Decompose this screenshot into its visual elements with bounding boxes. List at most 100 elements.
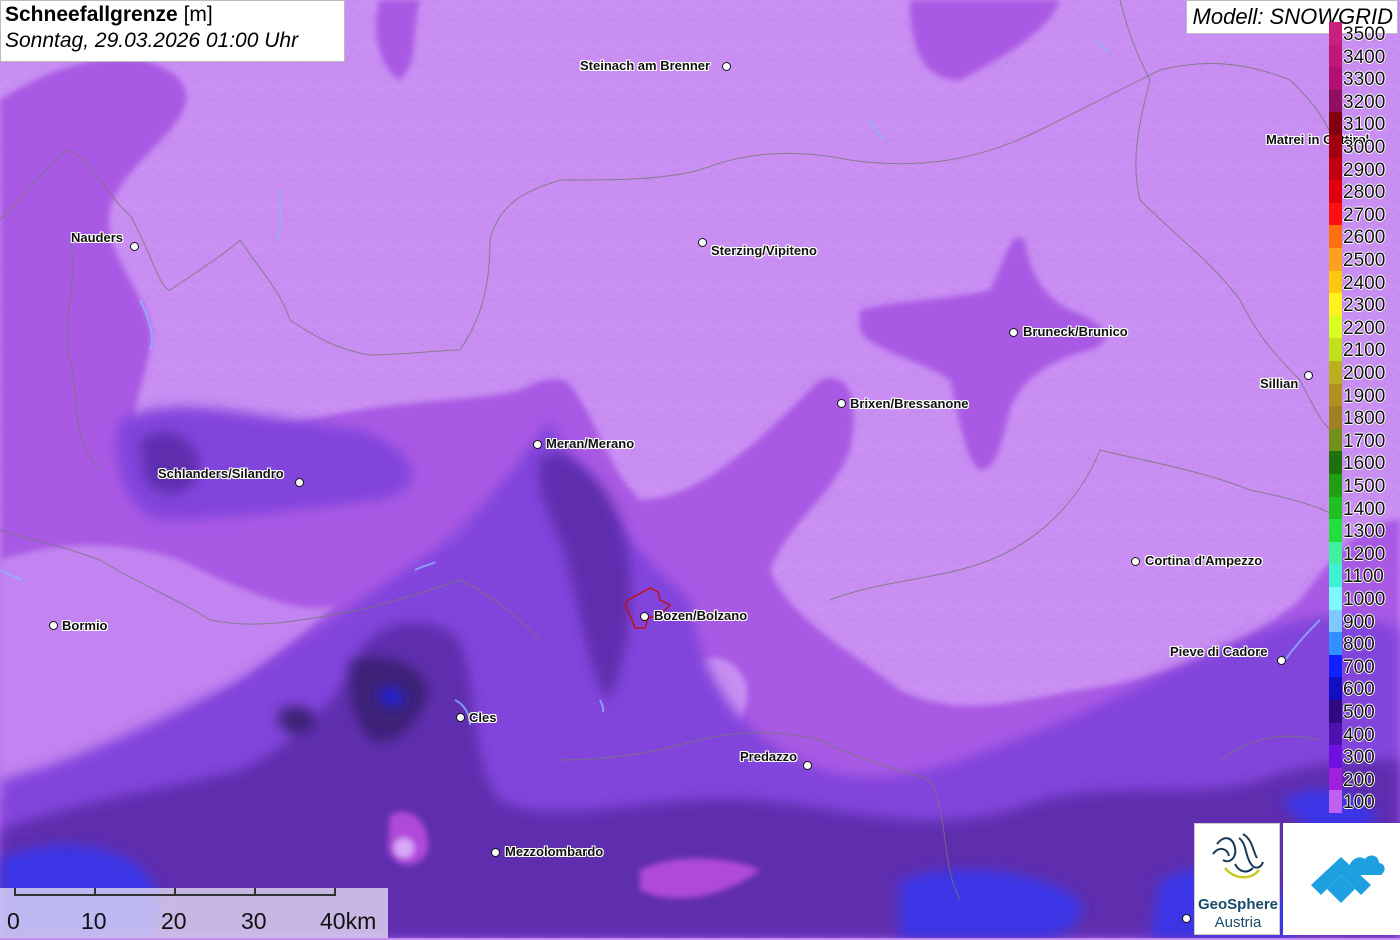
legend-item: 600 xyxy=(1329,677,1400,701)
legend-swatch xyxy=(1329,270,1342,294)
legend-label: 2800 xyxy=(1343,182,1386,204)
legend-swatch xyxy=(1329,22,1342,45)
legend-item: 1200 xyxy=(1329,541,1400,565)
city-label[interactable]: Pieve di Cadore xyxy=(1170,644,1268,659)
scale-label: 40km xyxy=(320,908,377,934)
city-label[interactable]: Mezzolombardo xyxy=(505,844,603,859)
city-label[interactable]: Steinach am Brenner xyxy=(580,58,710,73)
legend-label: 100 xyxy=(1343,792,1375,814)
parameter-unit: [m] xyxy=(183,3,213,26)
city-marker[interactable] xyxy=(456,713,465,722)
legend-label: 3500 xyxy=(1343,24,1386,45)
legend-label: 2700 xyxy=(1343,204,1386,226)
legend-swatch xyxy=(1329,541,1342,565)
legend-item: 1600 xyxy=(1329,451,1400,475)
city-marker[interactable] xyxy=(698,238,707,247)
legend-swatch xyxy=(1329,700,1342,723)
legend-swatch xyxy=(1329,722,1342,746)
city-marker[interactable] xyxy=(1009,328,1018,337)
legend-item: 500 xyxy=(1329,700,1400,723)
legend-label: 2600 xyxy=(1343,227,1386,249)
city-label[interactable]: Sterzing/Vipiteno xyxy=(711,243,817,258)
legend-label: 2100 xyxy=(1343,340,1386,362)
city-marker[interactable] xyxy=(722,62,731,71)
legend-swatch xyxy=(1329,361,1342,384)
scale-bar: 0 10 20 30 40km xyxy=(0,888,388,938)
city-marker[interactable] xyxy=(1277,656,1286,665)
legend-item: 2500 xyxy=(1329,248,1400,271)
legend-swatch xyxy=(1329,587,1342,610)
city-label[interactable]: Schlanders/Silandro xyxy=(158,466,284,481)
city-label[interactable]: Bormio xyxy=(62,618,108,633)
legend-swatch xyxy=(1329,180,1342,204)
scale-tick xyxy=(334,888,336,896)
legend-item: 400 xyxy=(1329,722,1400,746)
city-marker[interactable] xyxy=(1304,371,1313,380)
legend-item: 1800 xyxy=(1329,406,1400,430)
legend-swatch xyxy=(1329,383,1342,407)
legend-item: 300 xyxy=(1329,745,1400,769)
city-marker[interactable] xyxy=(130,242,139,251)
legend-swatch xyxy=(1329,44,1342,68)
city-label[interactable]: Nauders xyxy=(71,230,123,245)
legend-swatch xyxy=(1329,790,1342,814)
legend-label: 1400 xyxy=(1343,498,1386,520)
city-marker[interactable] xyxy=(640,612,649,621)
city-marker[interactable] xyxy=(533,440,542,449)
legend-swatch xyxy=(1329,564,1342,588)
legend-label: 1000 xyxy=(1343,589,1386,610)
legend-label: 3100 xyxy=(1343,114,1386,136)
legend-label: 1100 xyxy=(1343,566,1384,588)
geosphere-logo[interactable]: GeoSphere Austria xyxy=(1194,823,1280,935)
legend-item: 3100 xyxy=(1329,112,1400,136)
city-label[interactable]: Sillian xyxy=(1260,376,1298,391)
legend-label: 2400 xyxy=(1343,272,1386,294)
city-marker[interactable] xyxy=(1182,914,1191,923)
legend-swatch xyxy=(1329,248,1342,271)
geosphere-sub: Austria xyxy=(1214,914,1262,931)
legend-label: 2200 xyxy=(1343,317,1386,339)
legend-item: 2300 xyxy=(1329,293,1400,317)
city-label[interactable]: Meran/Merano xyxy=(546,436,634,451)
legend-swatch xyxy=(1329,315,1342,339)
legend-item: 2000 xyxy=(1329,361,1400,384)
legend-item: 1000 xyxy=(1329,587,1400,610)
scale-label: 0 xyxy=(7,908,20,934)
legend-item: 2800 xyxy=(1329,180,1400,204)
legend-swatch xyxy=(1329,745,1342,769)
map-title: Schneefallgrenze [m] xyxy=(5,3,340,27)
geosphere-name: GeoSphere xyxy=(1197,896,1279,913)
city-label[interactable]: Predazzo xyxy=(740,749,797,764)
city-marker[interactable] xyxy=(837,399,846,408)
legend-label: 1300 xyxy=(1343,521,1386,543)
legend-item: 1700 xyxy=(1329,428,1400,452)
legend-label: 2300 xyxy=(1343,295,1386,317)
city-marker[interactable] xyxy=(1131,557,1140,566)
legend-label: 400 xyxy=(1343,724,1375,746)
scale-label: 20 xyxy=(161,908,187,934)
legend-label: 2000 xyxy=(1343,363,1386,384)
legend-label: 3300 xyxy=(1343,69,1386,91)
legend-swatch xyxy=(1329,519,1342,543)
city-marker[interactable] xyxy=(491,848,500,857)
app-logo[interactable] xyxy=(1283,823,1400,935)
parameter-name: Schneefallgrenze xyxy=(5,3,178,26)
city-label[interactable]: Cortina d'Ampezzo xyxy=(1145,553,1262,568)
city-label[interactable]: Cles xyxy=(469,710,496,725)
legend-item: 3500 xyxy=(1329,22,1400,45)
scale-tick xyxy=(94,888,96,896)
legend-swatch xyxy=(1329,428,1342,452)
city-marker[interactable] xyxy=(803,761,812,770)
legend-swatch xyxy=(1329,225,1342,249)
city-label[interactable]: Bozen/Bolzano xyxy=(654,608,747,623)
legend-item: 100 xyxy=(1329,790,1400,814)
city-marker[interactable] xyxy=(49,621,58,630)
legend-swatch xyxy=(1329,89,1342,113)
city-label[interactable]: Bruneck/Brunico xyxy=(1023,324,1128,339)
city-marker[interactable] xyxy=(295,478,304,487)
legend-label: 2900 xyxy=(1343,159,1386,181)
legend-item: 1500 xyxy=(1329,474,1400,497)
legend-swatch xyxy=(1329,632,1342,656)
city-label[interactable]: Brixen/Bressanone xyxy=(850,396,969,411)
legend-swatch xyxy=(1329,112,1342,136)
